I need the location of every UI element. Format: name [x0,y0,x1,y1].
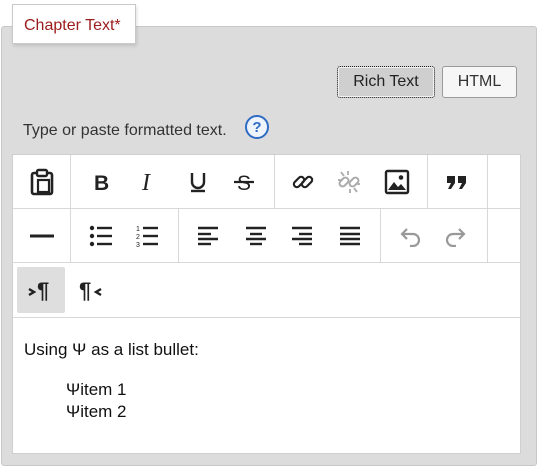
html-button[interactable]: HTML [442,66,517,98]
blockquote-icon[interactable] [441,155,473,208]
undo-icon[interactable] [395,209,425,262]
svg-text:3: 3 [136,242,140,248]
justify-icon[interactable] [335,209,365,262]
bold-icon[interactable]: B [85,155,117,208]
chapter-text-label: Chapter Text* [24,17,121,34]
rtl-paragraph-icon[interactable]: ¶ [73,263,109,316]
toolbar-row-3: ¶ ¶ [13,263,520,318]
ltr-paragraph-icon[interactable]: ¶ [17,267,65,313]
svg-text:2: 2 [136,234,140,241]
svg-text:I: I [141,170,151,194]
toolbar-row-1: B I S [13,155,520,209]
svg-text:B: B [94,172,109,193]
paste-icon[interactable] [13,155,70,208]
align-left-icon[interactable] [193,209,223,262]
svg-text:¶: ¶ [37,278,49,302]
numbered-list-icon[interactable]: 123 [131,209,163,262]
hint-text: Type or paste formatted text. [23,122,227,139]
italic-icon[interactable]: I [133,155,163,208]
svg-text:1: 1 [136,226,140,233]
toolbar-row-2: 123 [13,209,520,263]
underline-icon[interactable] [183,155,213,208]
unlink-icon[interactable] [333,155,365,208]
align-center-icon[interactable] [241,209,271,262]
content-paragraph: Using Ψ as a list bullet: [24,340,199,359]
rich-text-editor: B I S [12,154,521,454]
help-icon[interactable]: ? [245,115,269,139]
list-item: Ψitem 1 [66,380,127,399]
rich-text-button[interactable]: Rich Text [337,66,435,98]
editor-content[interactable]: Using Ψ as a list bullet: Ψitem 1 Ψitem … [24,340,199,421]
horizontal-rule-icon[interactable] [13,209,70,262]
link-icon[interactable] [287,155,319,208]
align-right-icon[interactable] [287,209,317,262]
list-item: Ψitem 2 [66,402,127,421]
redo-icon[interactable] [441,209,471,262]
bulleted-list-icon[interactable] [85,209,117,262]
strikethrough-icon[interactable]: S [229,155,259,208]
image-icon[interactable] [381,155,413,208]
chapter-text-label-tab: Chapter Text* [12,4,136,44]
svg-text:¶: ¶ [79,278,91,302]
